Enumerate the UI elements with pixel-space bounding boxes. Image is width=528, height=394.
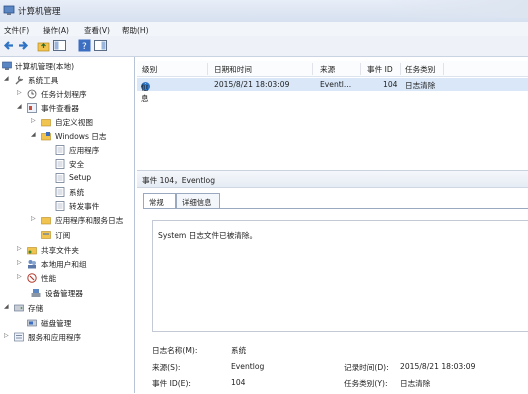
computer-management-icon <box>3 5 15 15</box>
column-task-category[interactable]: 任务类别 <box>405 64 435 75</box>
event-id-label: 事件 ID(E): <box>152 379 191 388</box>
back-arrow-icon[interactable] <box>2 39 15 52</box>
log-file-icon <box>55 159 65 169</box>
storage-icon <box>14 304 24 312</box>
logged-label: 记录时间(D): <box>344 363 389 372</box>
window-title: 计算机管理 <box>18 7 61 17</box>
event-title: 事件 104，Eventlog <box>142 176 216 185</box>
folder-icon <box>41 217 51 225</box>
category-label: 任务类别(Y): <box>344 379 388 388</box>
collapse-arrow-icon[interactable]: ◢ <box>4 303 12 313</box>
computer-management-icon <box>2 61 12 70</box>
column-datetime[interactable]: 日期和时间 <box>214 64 252 75</box>
column-level[interactable]: 级别 <box>142 64 157 75</box>
disk-management-icon <box>27 319 37 327</box>
expand-arrow-icon[interactable]: ▷ <box>17 273 25 283</box>
log-file-icon <box>55 201 65 211</box>
svg-text:?: ? <box>82 42 87 52</box>
event-message-box[interactable]: System 日志文件已被清除。 <box>152 220 528 332</box>
row-datetime: 2015/8/21 18:03:09 <box>214 80 290 89</box>
column-source[interactable]: 来源 <box>320 64 335 75</box>
forward-arrow-icon[interactable] <box>17 39 30 52</box>
tab-details[interactable]: 详细信息 <box>176 193 220 208</box>
shared-folder-icon <box>27 247 37 255</box>
services-icon <box>14 332 24 342</box>
log-file-icon <box>55 145 65 155</box>
show-hide-tree-icon[interactable] <box>53 39 66 52</box>
folder-icon <box>41 119 51 127</box>
expand-arrow-icon[interactable]: ▷ <box>17 245 25 255</box>
menu-bar: 文件(F) 操作(A) 查看(V) 帮助(H) <box>0 22 528 36</box>
performance-icon <box>27 273 37 283</box>
event-message: System 日志文件已被清除。 <box>158 231 258 240</box>
collapse-arrow-icon[interactable]: ◢ <box>31 131 39 141</box>
column-event-id[interactable]: 事件 ID <box>367 64 393 75</box>
category-value: 日志清除 <box>400 379 431 388</box>
log-file-icon <box>55 173 65 183</box>
event-list-header: 级别 日期和时间 来源 事件 ID 任务类别 <box>137 61 528 77</box>
menu-file[interactable]: 文件(F) <box>4 25 29 36</box>
source-label: 来源(S): <box>152 363 181 372</box>
tab-general[interactable]: 常规 <box>143 193 176 208</box>
collapse-arrow-icon[interactable]: ◢ <box>4 75 12 85</box>
system-tools-icon <box>15 75 24 85</box>
expand-arrow-icon[interactable]: ▷ <box>4 332 12 342</box>
up-folder-icon[interactable] <box>37 39 50 52</box>
clock-icon <box>27 89 37 99</box>
menu-view[interactable]: 查看(V) <box>84 25 110 36</box>
windows-logs-folder-icon <box>41 132 51 141</box>
device-manager-icon <box>31 289 41 297</box>
help-icon[interactable]: ? <box>78 39 91 52</box>
table-row[interactable]: i 信息 2015/8/21 18:03:09 Eventl... 104 日志… <box>137 78 528 103</box>
log-file-icon <box>55 187 65 197</box>
tab-divider <box>143 208 528 209</box>
show-hide-action-pane-icon[interactable] <box>94 39 107 52</box>
event-detail-header: 事件 104，Eventlog <box>137 171 528 188</box>
log-name-label: 日志名称(M): <box>152 346 198 355</box>
event-viewer-icon <box>27 103 37 113</box>
log-name-value: 系统 <box>231 346 247 355</box>
logged-value: 2015/8/21 18:03:09 <box>400 362 476 371</box>
menu-help[interactable]: 帮助(H) <box>122 25 149 36</box>
row-category: 日志清除 <box>405 81 436 90</box>
subscriptions-icon <box>41 231 51 239</box>
menu-action[interactable]: 操作(A) <box>43 25 69 36</box>
users-icon <box>28 260 36 269</box>
expand-arrow-icon[interactable]: ▷ <box>31 215 39 225</box>
expand-arrow-icon[interactable]: ▷ <box>31 117 39 127</box>
title-bar: 计算机管理 <box>0 0 528 22</box>
event-id-value: 104 <box>231 378 246 387</box>
row-event-id: 104 <box>383 80 398 89</box>
window-controls[interactable] <box>380 0 528 18</box>
row-source: Eventl... <box>320 80 352 89</box>
expand-arrow-icon[interactable]: ▷ <box>17 89 25 99</box>
collapse-arrow-icon[interactable]: ◢ <box>17 103 25 113</box>
expand-arrow-icon[interactable]: ▷ <box>17 259 25 269</box>
source-value: Eventlog <box>231 362 265 371</box>
toolbar: ? <box>0 36 528 57</box>
